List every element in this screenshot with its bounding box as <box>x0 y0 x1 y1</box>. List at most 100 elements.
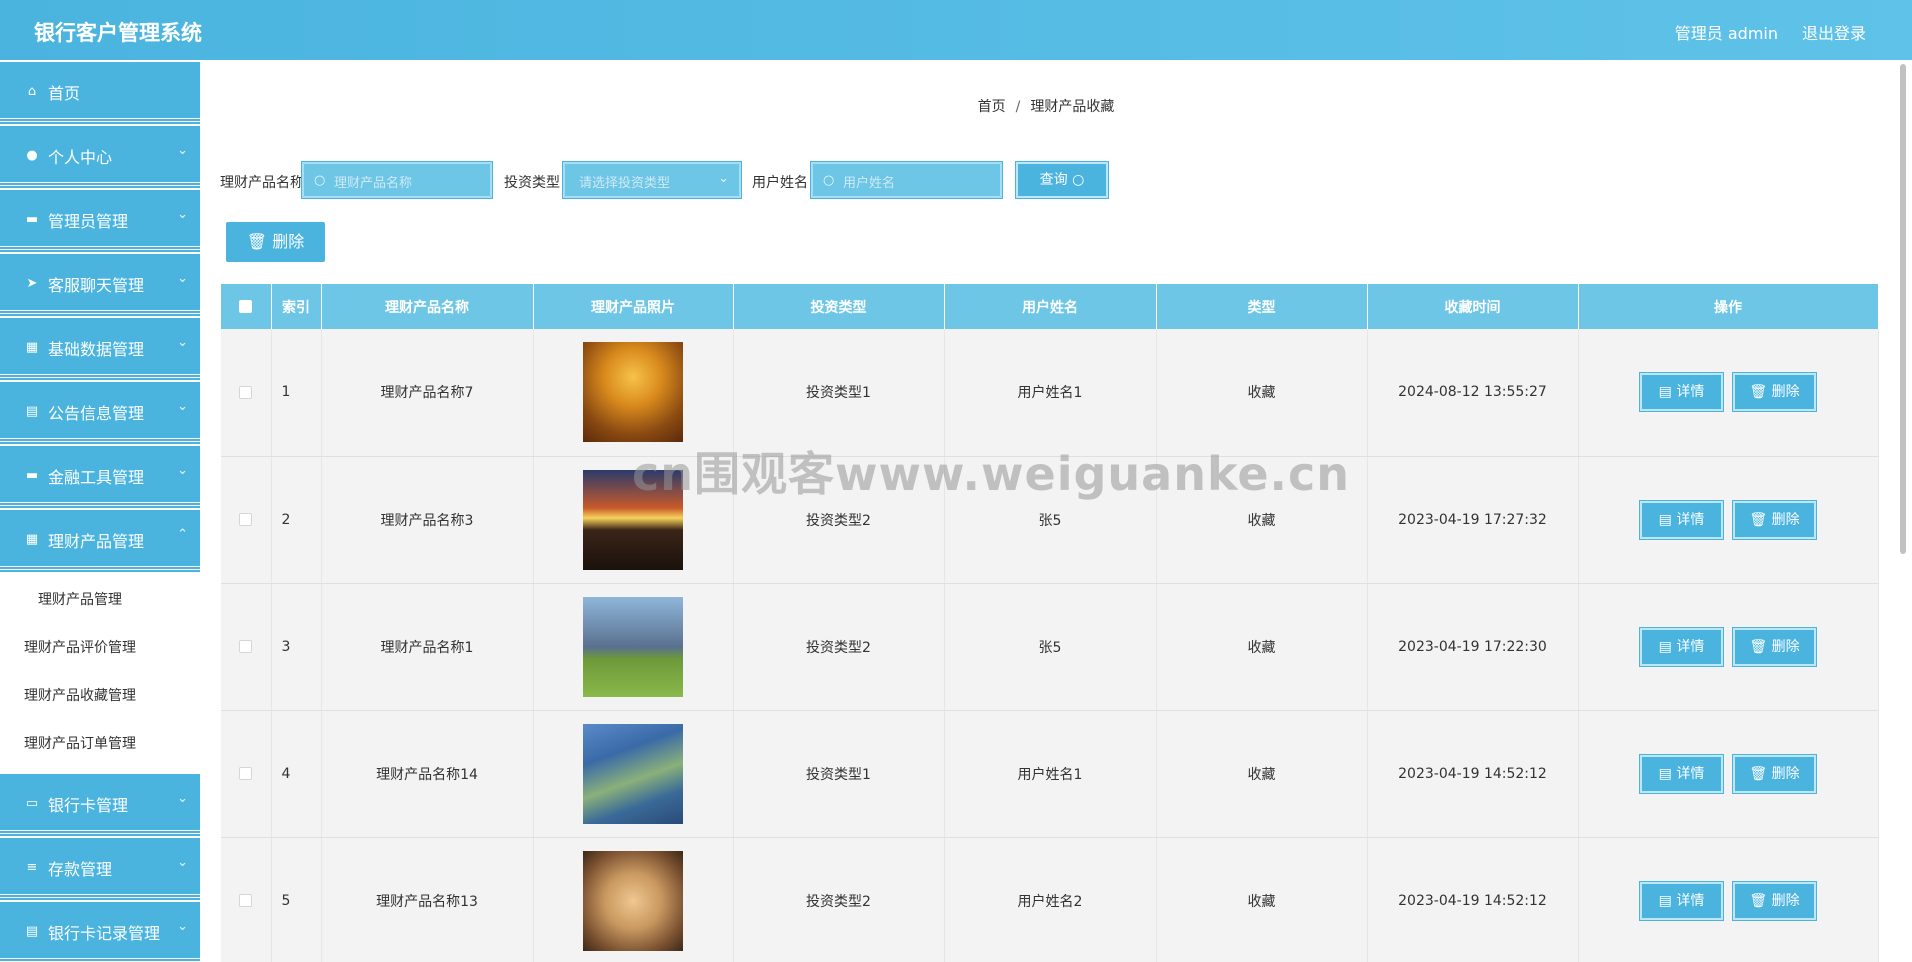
search-icon: ○ <box>1072 172 1085 188</box>
row-select-cell[interactable] <box>221 329 272 457</box>
detail-button[interactable]: ▤ 详情 <box>1640 373 1723 412</box>
chevron-down-icon: ⌄ <box>718 171 729 186</box>
product-photo <box>583 723 683 824</box>
trash-icon: 🗑︎ <box>1749 511 1768 528</box>
row-type: 收藏 <box>1156 329 1368 457</box>
col-favorite-time: 收藏时间 <box>1367 284 1579 329</box>
detail-button[interactable]: ▤ 详情 <box>1640 881 1723 920</box>
row-select-cell[interactable] <box>221 583 272 711</box>
row-favorite-time: 2023-04-19 14:52:12 <box>1367 837 1579 962</box>
row-index: 3 <box>271 583 322 711</box>
row-favorite-time: 2023-04-19 14:52:12 <box>1367 710 1579 838</box>
row-checkbox[interactable] <box>239 385 253 399</box>
batch-delete-button[interactable]: 🗑︎ 删除 <box>226 222 325 262</box>
row-delete-button[interactable]: 🗑︎ 删除 <box>1733 881 1816 920</box>
sidebar-item-6[interactable]: ▬ 金融工具管理 ⌄ <box>0 446 200 506</box>
record-icon: ▤ <box>25 924 39 939</box>
row-checkbox[interactable] <box>239 513 253 526</box>
row-product-name: 理财产品名称3 <box>321 456 534 584</box>
sidebar-item-2[interactable]: ▬ 管理员管理 ⌄ <box>0 190 200 250</box>
row-select-cell[interactable] <box>221 456 272 584</box>
row-delete-button[interactable]: 🗑︎ 删除 <box>1733 500 1816 539</box>
table-row[interactable]: 3 理财产品名称1 投资类型2 张5 收藏 2023-04-19 17:22:3… <box>221 583 1879 711</box>
row-delete-button[interactable]: 🗑︎ 删除 <box>1733 627 1816 666</box>
sidebar-item-5[interactable]: ▤ 公告信息管理 ⌄ <box>0 382 200 442</box>
sidebar-item-3[interactable]: ➤ 客服聊天管理 ⌄ <box>0 254 200 314</box>
row-select-cell[interactable] <box>221 837 272 962</box>
sidebar-item-1[interactable]: ● 个人中心 ⌄ <box>0 126 200 186</box>
product-photo <box>583 596 683 697</box>
row-type: 收藏 <box>1156 837 1368 962</box>
invest-type-select[interactable]: 请选择投资类型 ⌄ <box>563 162 741 198</box>
row-actions: ▤ 详情 🗑︎ 删除 <box>1578 329 1879 457</box>
row-invest-type: 投资类型2 <box>733 456 945 584</box>
row-photo-cell <box>533 710 734 838</box>
row-favorite-time: 2024-08-12 13:55:27 <box>1367 329 1579 457</box>
row-photo-cell <box>533 837 734 962</box>
page-scrollbar[interactable] <box>1898 62 1908 960</box>
sidebar-item-label: 公告信息管理 <box>48 404 145 423</box>
product-name-input[interactable]: ○ 理财产品名称 <box>302 162 492 198</box>
trash-icon: 🗑︎ <box>246 232 268 251</box>
sidebar-item-7[interactable]: ▦ 理财产品管理 ⌃ <box>0 510 200 570</box>
trash-icon: 🗑︎ <box>1749 765 1768 782</box>
col-product-photo: 理财产品照片 <box>533 284 734 329</box>
detail-button[interactable]: ▤ 详情 <box>1640 627 1723 666</box>
col-type: 类型 <box>1156 284 1368 329</box>
trash-icon: 🗑︎ <box>1749 384 1768 401</box>
row-checkbox[interactable] <box>239 767 253 780</box>
sidebar-item-label: 首页 <box>48 84 81 103</box>
submenu-item-product-favorite[interactable]: 理财产品收藏管理 <box>0 672 200 720</box>
sidebar-item-4[interactable]: ▦ 基础数据管理 ⌄ <box>0 318 200 378</box>
row-type: 收藏 <box>1156 456 1368 584</box>
sidebar-item-102[interactable]: ▤ 银行卡记录管理 ⌄ <box>0 902 200 962</box>
row-checkbox[interactable] <box>239 894 253 907</box>
trash-icon: 🗑︎ <box>1749 638 1768 655</box>
breadcrumb-home[interactable]: 首页 <box>978 99 1006 115</box>
logout-link[interactable]: 退出登录 <box>1802 20 1866 44</box>
notice-icon: ▤ <box>25 404 39 419</box>
row-delete-button[interactable]: 🗑︎ 删除 <box>1733 373 1816 412</box>
row-invest-type: 投资类型2 <box>733 583 945 711</box>
table-row[interactable]: 1 理财产品名称7 投资类型1 用户姓名1 收藏 2024-08-12 13:5… <box>221 329 1879 457</box>
sidebar-item-label: 理财产品管理 <box>48 532 145 551</box>
select-all-checkbox[interactable] <box>239 300 253 313</box>
table-row[interactable]: 2 理财产品名称3 投资类型2 张5 收藏 2023-04-19 17:27:3… <box>221 456 1879 584</box>
detail-button[interactable]: ▤ 详情 <box>1640 754 1723 793</box>
row-select-cell[interactable] <box>221 710 272 838</box>
sidebar-item-100[interactable]: ▭ 银行卡管理 ⌄ <box>0 774 200 834</box>
col-product-name: 理财产品名称 <box>321 284 534 329</box>
row-type: 收藏 <box>1156 710 1368 838</box>
table-row[interactable]: 4 理财产品名称14 投资类型1 用户姓名1 收藏 2023-04-19 14:… <box>221 710 1879 838</box>
scrollbar-thumb[interactable] <box>1900 64 1906 554</box>
main-content: 首页 / 理财产品收藏 理财产品名称 ○ 理财产品名称 投资类型 请选择投资类型 ⌄… <box>200 60 1892 962</box>
submenu-item-product-review[interactable]: 理财产品评价管理 <box>0 624 200 672</box>
sidebar-item-0[interactable]: ⌂ 首页 <box>0 62 200 122</box>
submenu-item-product-manage[interactable]: 理财产品管理 <box>0 576 200 624</box>
row-user-name: 张5 <box>944 456 1157 584</box>
chevron-icon: ⌄ <box>177 207 188 222</box>
document-icon: ▤ <box>1658 511 1672 528</box>
table-row[interactable]: 5 理财产品名称13 投资类型2 用户姓名2 收藏 2023-04-19 14:… <box>221 837 1879 962</box>
query-button[interactable]: 查询 ○ <box>1016 162 1108 198</box>
sidebar-item-101[interactable]: ≡ 存款管理 ⌄ <box>0 838 200 898</box>
detail-button[interactable]: ▤ 详情 <box>1640 500 1723 539</box>
sidebar: ⌂ 首页 ● 个人中心 ⌄ ▬ 管理员管理 ⌄ ➤ 客服聊天管理 ⌄ ▦ 基础数… <box>0 60 200 962</box>
row-delete-button[interactable]: 🗑︎ 删除 <box>1733 754 1816 793</box>
chevron-icon: ⌄ <box>177 335 188 350</box>
card-icon: ▭ <box>25 796 39 811</box>
user-name-input[interactable]: ○ 用户姓名 <box>811 162 1002 198</box>
row-user-name: 张5 <box>944 583 1157 711</box>
top-header: 银行客户管理系统 管理员 admin 退出登录 <box>0 0 1912 60</box>
submenu-item-product-order[interactable]: 理财产品订单管理 <box>0 720 200 768</box>
chevron-icon: ⌄ <box>177 919 188 934</box>
admin-icon: ▬ <box>25 212 39 227</box>
sidebar-item-label: 管理员管理 <box>48 212 129 231</box>
row-checkbox[interactable] <box>239 640 253 653</box>
document-icon: ▤ <box>1658 638 1672 655</box>
row-invest-type: 投资类型1 <box>733 329 945 457</box>
chevron-icon: ⌃ <box>177 527 188 542</box>
row-product-name: 理财产品名称14 <box>321 710 534 838</box>
home-icon: ⌂ <box>27 84 37 99</box>
select-all-cell[interactable] <box>221 284 272 329</box>
